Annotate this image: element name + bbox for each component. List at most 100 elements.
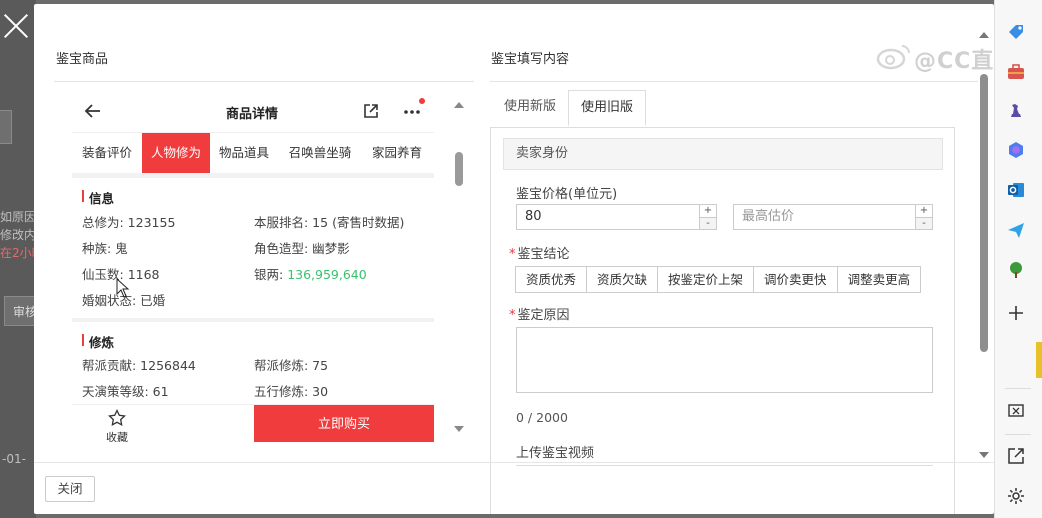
jade-value: 1168 — [127, 267, 160, 282]
conclusion-text: 鉴宝结论 — [517, 247, 570, 262]
copilot-icon[interactable] — [1006, 140, 1026, 160]
left-title-divider — [54, 81, 474, 82]
max-price-input[interactable]: 最高估价 + - — [733, 204, 933, 230]
decrement-icon[interactable]: - — [700, 217, 716, 229]
info-card: 信息 总修为: 123155 本服排名: 15 (寄售时数据) 种族: 鬼 角色… — [72, 178, 434, 318]
item-preview: 商品详情 装备评价 人物修为 物品道具 召唤兽坐骑 家园养育 信息 总修为: 1… — [72, 92, 434, 442]
backdrop-text: 修改内 — [0, 228, 37, 242]
favorite-label[interactable]: 收藏 — [106, 429, 128, 442]
tab-character[interactable]: 人物修为 — [142, 133, 210, 173]
race: 种族: 鬼 — [82, 241, 128, 256]
buy-now-button[interactable]: 立即购买 — [254, 405, 434, 442]
reason-text: 鉴定原因 — [517, 308, 570, 323]
chess-icon[interactable] — [1006, 100, 1026, 120]
preview-scrollbar[interactable] — [454, 96, 464, 436]
option-list-at-price[interactable]: 按鉴定价上架 — [657, 266, 755, 293]
browser-sidebar — [994, 0, 1042, 518]
price-input[interactable]: 80 + - — [516, 204, 717, 230]
reason-counter: 0 / 2000 — [516, 410, 568, 425]
silver-label: 银两: — [254, 267, 288, 282]
left-panel-title: 鉴宝商品 — [56, 52, 109, 67]
more-icon[interactable] — [402, 103, 422, 119]
max-price-stepper[interactable]: + - — [915, 205, 932, 229]
total-cultivation: 总修为: 123155 — [82, 215, 176, 230]
backdrop-page: 如原因对 修改内 在2小时 审核 -01- — [0, 0, 48, 518]
close-overlay-icon[interactable] — [2, 12, 30, 40]
price-value: 80 — [525, 209, 542, 224]
preview-tabs: 装备评价 人物修为 物品道具 召唤兽坐骑 家园养育 — [72, 132, 434, 173]
backdrop-text: -01- — [2, 452, 26, 466]
max-price-placeholder: 最高估价 — [742, 209, 795, 224]
scroll-down-icon[interactable] — [454, 426, 464, 432]
scroll-down-icon[interactable] — [979, 452, 989, 458]
scroll-up-icon[interactable] — [979, 32, 989, 38]
option-lacking[interactable]: 资质欠缺 — [586, 266, 659, 293]
notification-dot — [419, 98, 425, 104]
server-rank: 本服排名: 15 (寄售时数据) — [254, 215, 405, 230]
conclusion-options: 资质优秀 资质欠缺 按鉴定价上架 调价卖更快 调整卖更高 — [515, 266, 922, 293]
option-sell-faster[interactable]: 调价卖更快 — [753, 266, 838, 293]
settings-icon[interactable] — [1006, 486, 1026, 506]
tab-pets[interactable]: 召唤兽坐骑 — [280, 133, 360, 173]
upload-video-label: 上传鉴宝视频 — [516, 446, 595, 461]
screenshot-icon[interactable] — [1006, 402, 1026, 422]
upload-area-edge[interactable] — [516, 465, 933, 466]
open-external-icon[interactable] — [1006, 446, 1026, 466]
decrement-icon[interactable]: - — [916, 217, 932, 229]
right-panel-title: 鉴宝填写内容 — [491, 52, 570, 67]
sect-contribution: 帮派贡献: 1256844 — [82, 358, 196, 373]
preview-header: 商品详情 — [72, 92, 434, 132]
increment-icon[interactable]: + — [916, 205, 932, 217]
tab-home[interactable]: 家园养育 — [364, 133, 430, 173]
tab-items[interactable]: 物品道具 — [212, 133, 276, 173]
conclusion-label: * 鉴宝结论 — [509, 243, 570, 262]
price-stepper[interactable]: + - — [699, 205, 716, 229]
appraisal-modal: 鉴宝商品 鉴宝填写内容 商品详情 装备评价 人物修为 物品道具 召唤兽坐骑 家园… — [34, 4, 994, 514]
increment-icon[interactable]: + — [700, 205, 716, 217]
sidebar-divider — [1005, 434, 1031, 435]
character-model: 角色造型: 幽梦影 — [254, 241, 350, 256]
footer-divider — [34, 462, 994, 463]
reason-label: * 鉴定原因 — [509, 304, 570, 323]
edge-overflow-strip — [1036, 342, 1042, 378]
reason-textarea[interactable] — [516, 327, 933, 393]
sidebar-divider — [1005, 388, 1031, 389]
training-card: 修炼 帮派贡献: 1256844 帮派修炼: 75 天演策等级: 61 五行修炼… — [72, 322, 434, 412]
form-scrollbar[interactable] — [978, 24, 990, 464]
tianyan-level: 天演策等级: 61 — [82, 384, 169, 399]
send-icon[interactable] — [1006, 220, 1026, 240]
price-label: 鉴宝价格(单位元) — [516, 187, 618, 202]
required-mark: * — [509, 308, 516, 323]
seller-identity-header[interactable]: 卖家身份 — [503, 138, 943, 170]
option-excellent[interactable]: 资质优秀 — [515, 266, 588, 293]
tab-old-version[interactable]: 使用旧版 — [568, 90, 647, 126]
outlook-icon[interactable] — [1006, 180, 1026, 200]
star-icon[interactable] — [108, 409, 126, 427]
info-heading: 信息 — [82, 188, 114, 207]
briefcase-icon[interactable] — [1006, 62, 1026, 82]
appraisal-form: 卖家身份 鉴宝价格(单位元) 80 + - 最高估价 + - * 鉴宝结论 资质优秀 … — [490, 127, 955, 514]
sect-training: 帮派修炼: 75 — [254, 358, 329, 373]
close-button[interactable]: 关闭 — [45, 476, 95, 502]
five-elements-training: 五行修炼: 30 — [254, 384, 329, 399]
preview-title: 商品详情 — [225, 107, 278, 122]
scroll-thumb[interactable] — [980, 74, 988, 352]
backdrop-box — [0, 110, 12, 144]
weibo-logo-icon — [876, 45, 910, 70]
required-mark: * — [509, 247, 516, 262]
back-arrow-icon[interactable] — [84, 102, 102, 120]
backdrop-tab: 审核 — [4, 296, 37, 326]
scroll-up-icon[interactable] — [454, 102, 464, 108]
tag-icon[interactable] — [1006, 22, 1026, 42]
tab-new-version[interactable]: 使用新版 — [492, 90, 568, 126]
tree-icon[interactable] — [1006, 260, 1026, 280]
training-heading: 修炼 — [82, 332, 114, 351]
plus-icon[interactable] — [1006, 303, 1026, 323]
tab-equipment[interactable]: 装备评价 — [76, 133, 138, 173]
mouse-cursor-icon — [116, 278, 130, 298]
preview-footer: 收藏 立即购买 — [72, 404, 434, 442]
scroll-thumb[interactable] — [455, 152, 463, 186]
share-icon[interactable] — [363, 103, 379, 119]
option-sell-higher[interactable]: 调整卖更高 — [836, 266, 922, 293]
watermark: @CC直播 — [876, 40, 1016, 74]
